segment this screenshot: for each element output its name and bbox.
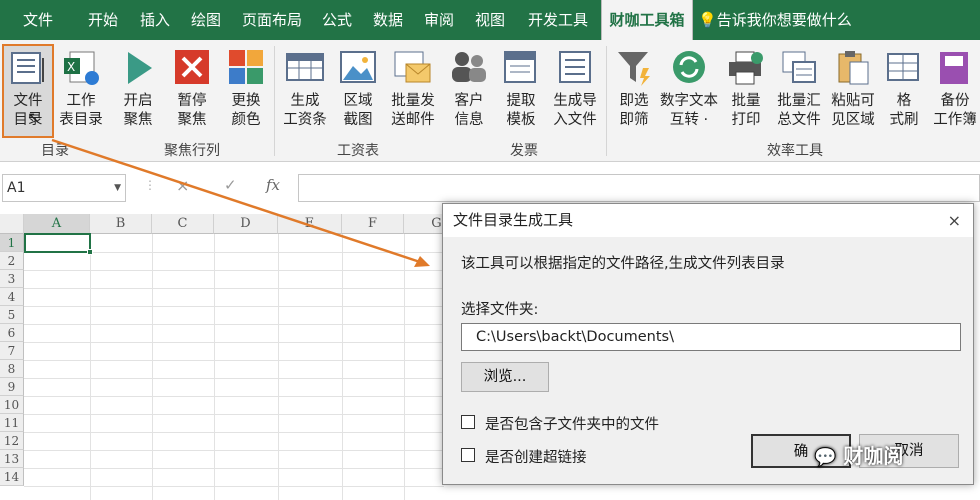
dialog-description: 该工具可以根据指定的文件路径,生成文件列表目录: [461, 256, 785, 272]
wechat-icon: 💬: [814, 447, 837, 468]
include-subfolders-label: 是否包含子文件夹中的文件: [485, 417, 659, 433]
create-hyperlink-checkbox[interactable]: [461, 448, 475, 462]
folder-label: 选择文件夹:: [461, 302, 539, 318]
mouse-cursor-icon: ↖: [27, 108, 41, 127]
create-hyperlink-label: 是否创建超链接: [485, 450, 587, 466]
watermark: 💬 财咖阅: [814, 444, 904, 468]
close-button[interactable]: ×: [948, 204, 961, 237]
folder-path-input[interactable]: C:\Users\backt\Documents\: [461, 323, 961, 351]
dialog-title-bar: 文件目录生成工具 ×: [443, 204, 973, 237]
browse-button[interactable]: 浏览...: [461, 362, 549, 392]
include-subfolders-checkbox[interactable]: [461, 415, 475, 429]
dialog-title: 文件目录生成工具: [453, 211, 574, 229]
